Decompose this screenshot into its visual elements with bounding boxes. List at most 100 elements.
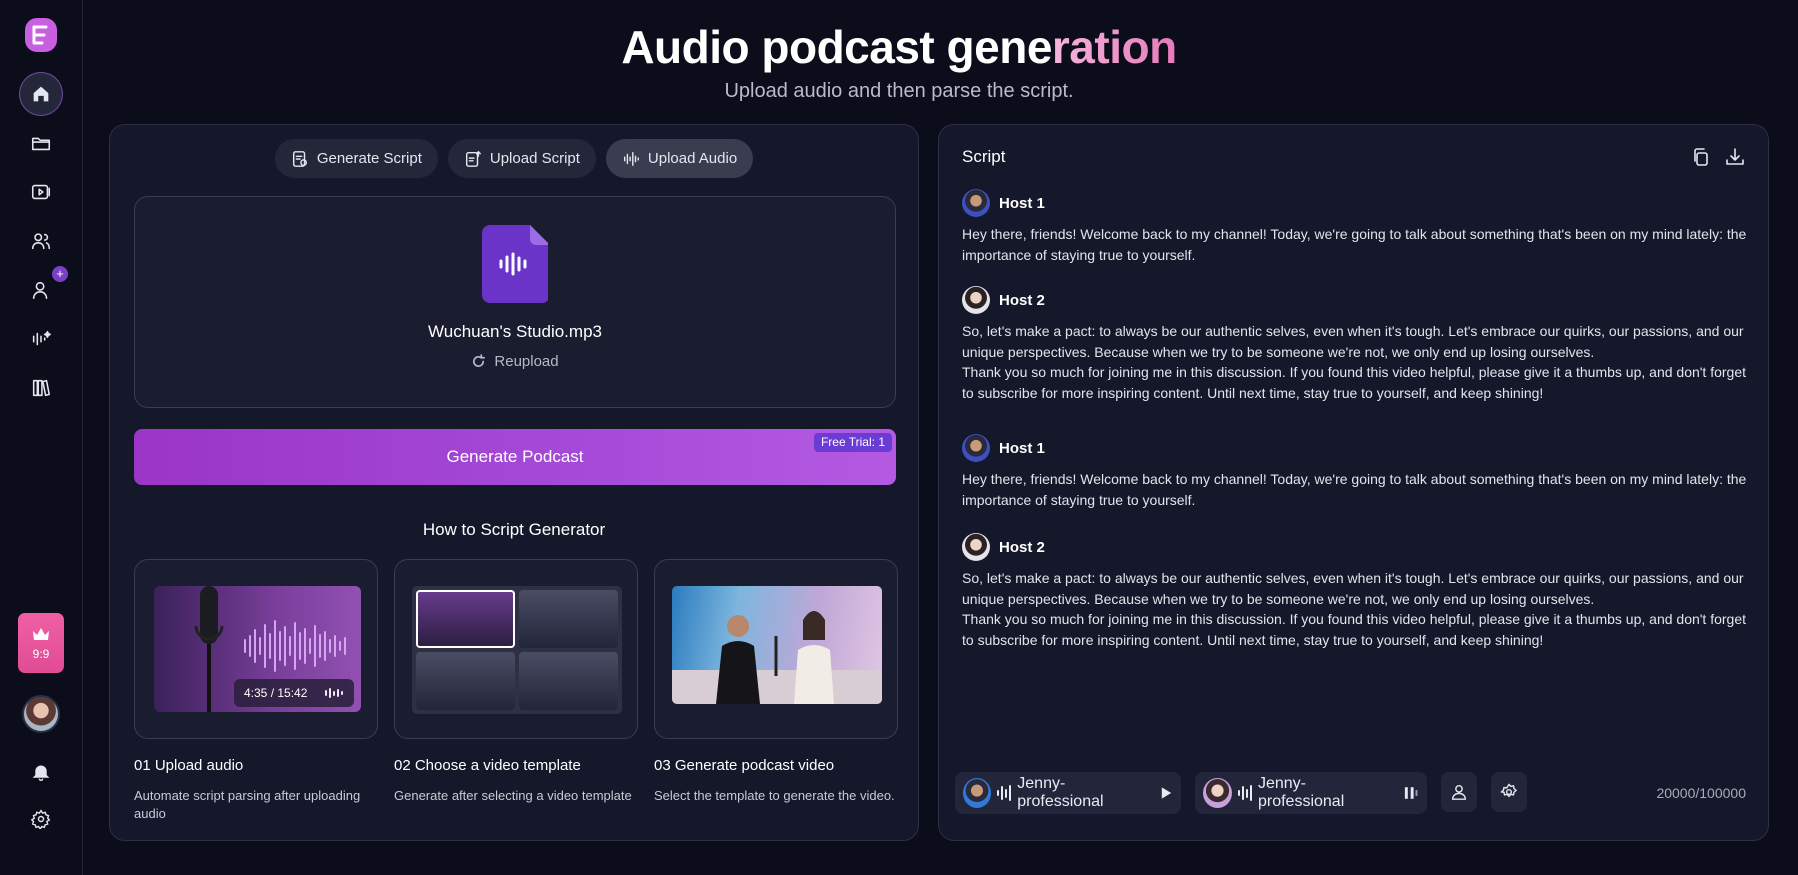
step-2-title: 02 Choose a video template (394, 757, 581, 774)
mini-wave-icon (325, 685, 344, 701)
host-avatar (962, 533, 990, 561)
upload-script-icon (465, 150, 481, 167)
crown-icon (33, 628, 49, 640)
host-line[interactable]: So, let's make a pact: to always be our … (962, 568, 1752, 650)
tab-upload-audio[interactable]: Upload Audio (605, 139, 754, 178)
step-1-title: 01 Upload audio (134, 757, 244, 774)
user-avatar[interactable] (22, 695, 60, 733)
step-3-desc: Select the template to generate the vide… (654, 788, 895, 803)
step-3-image (672, 586, 882, 704)
settings-button[interactable] (30, 808, 52, 830)
copy-button[interactable] (1691, 147, 1711, 167)
reupload-button[interactable]: Reupload (135, 353, 895, 370)
page-title-accent: ration (1051, 21, 1177, 73)
playback-time-label: 4:35 / 15:42 (244, 686, 308, 700)
microphone-icon (194, 586, 224, 712)
user-icon (1451, 784, 1467, 800)
host-name: Host 1 (999, 439, 1045, 457)
tab-upload-script[interactable]: Upload Script (447, 139, 596, 178)
audio-wave-icon (623, 151, 639, 166)
add-badge: + (52, 266, 68, 282)
gear-icon (1500, 783, 1517, 798)
notifications-button[interactable] (30, 761, 52, 783)
how-to-title: How to Script Generator (422, 520, 606, 539)
vip-button[interactable]: 9:9 (18, 613, 64, 673)
video-icon (31, 184, 51, 200)
file-name: Wuchuan's Studio.mp3 (428, 322, 602, 341)
tab-label: Upload Script (489, 150, 580, 167)
sidebar-item-audio[interactable] (19, 317, 63, 361)
step-card-upload-audio[interactable]: 4:35 / 15:42 (134, 559, 378, 739)
library-icon (32, 379, 51, 397)
speaker-settings-button[interactable] (1441, 772, 1477, 812)
tab-generate-script[interactable]: Generate Script (274, 139, 438, 178)
template-thumb (416, 652, 515, 710)
voice-name: Jenny-professional (1257, 775, 1345, 810)
step-card-choose-template[interactable] (394, 559, 638, 739)
generate-label: Generate Podcast (446, 447, 584, 466)
page-title: Audio podcast generation (0, 20, 1798, 74)
script-icon (292, 150, 307, 167)
voice-name: Jenny-professional (1017, 775, 1104, 810)
host-name: Host 2 (999, 291, 1045, 309)
script-entry: Host 1 Hey there, friends! Welcome back … (962, 434, 1752, 510)
step-card-generate-video[interactable] (654, 559, 898, 739)
host-line[interactable]: So, let's make a pact: to always be our … (962, 321, 1752, 403)
host-name: Host 1 (999, 194, 1045, 212)
page-subtitle: Upload audio and then parse the script. (724, 80, 1074, 102)
download-icon (1726, 148, 1744, 165)
gear-icon (31, 809, 51, 829)
download-button[interactable] (1725, 147, 1745, 167)
vip-count: 9:9 (32, 647, 50, 661)
sidebar-item-add-avatar[interactable]: + (19, 266, 68, 312)
step-1-desc: Automate script parsing after uploading … (134, 788, 361, 821)
host-avatar (962, 286, 990, 314)
folder-icon (31, 137, 51, 151)
audio-file-icon (482, 225, 548, 303)
waveform-graphic (244, 616, 346, 676)
mode-tabs: Generate Script Upload Script Upload Aud… (110, 139, 918, 178)
script-title: Script (962, 147, 1006, 166)
script-entry: Host 1 Hey there, friends! Welcome back … (962, 189, 1752, 265)
host-avatar (962, 189, 990, 217)
template-thumb (519, 590, 618, 648)
reupload-label: Reupload (494, 353, 559, 370)
sidebar-item-projects[interactable] (19, 121, 63, 165)
pause-icon[interactable] (1402, 785, 1419, 801)
users-icon (31, 233, 51, 250)
playback-time: 4:35 / 15:42 (234, 679, 354, 707)
script-panel: Script Host 1 Hey there, friends! Welcom… (938, 124, 1769, 841)
template-thumb (519, 652, 618, 710)
sidebar-item-avatars[interactable] (19, 219, 63, 263)
script-entry: Host 2 So, let's make a pact: to always … (962, 286, 1752, 403)
free-trial-badge: Free Trial: 1 (813, 433, 892, 452)
tab-label: Upload Audio (647, 150, 738, 167)
play-icon[interactable] (1158, 785, 1173, 801)
voice-settings-button[interactable] (1491, 772, 1527, 812)
script-entry: Host 2 So, let's make a pact: to always … (962, 533, 1752, 650)
tab-label: Generate Script (316, 150, 422, 167)
generate-podcast-button[interactable]: Generate Podcast Free Trial: 1 (134, 429, 896, 485)
bell-icon (32, 765, 50, 781)
step-2-image (412, 586, 622, 714)
page-title-main: Audio podcast gene (621, 21, 1052, 73)
host-line[interactable]: Hey there, friends! Welcome back to my c… (962, 224, 1752, 265)
sidebar: + 9:9 (0, 0, 83, 875)
step-2-desc: Generate after selecting a video templat… (394, 788, 632, 803)
add-user-icon (32, 281, 48, 300)
host-line[interactable]: Hey there, friends! Welcome back to my c… (962, 469, 1752, 510)
sidebar-item-videos[interactable] (19, 170, 63, 214)
voice-wave-icon (997, 785, 1012, 801)
host-avatar (962, 434, 990, 462)
character-count: 20000/100000 (1656, 785, 1746, 801)
host-name: Host 2 (999, 538, 1045, 556)
voice-selector-host-2[interactable]: Jenny-professional (1195, 772, 1427, 814)
generator-panel: Generate Script Upload Script Upload Aud… (109, 124, 919, 841)
voice-selector-host-1[interactable]: Jenny-professional (955, 772, 1181, 814)
sidebar-item-library[interactable] (19, 366, 63, 410)
audio-upload-area[interactable]: Wuchuan's Studio.mp3 Reupload (134, 196, 896, 408)
voice-avatar (1203, 778, 1232, 808)
template-thumb-selected (416, 590, 515, 648)
step-1-image: 4:35 / 15:42 (154, 586, 361, 712)
podcast-scene-graphic (672, 611, 882, 704)
